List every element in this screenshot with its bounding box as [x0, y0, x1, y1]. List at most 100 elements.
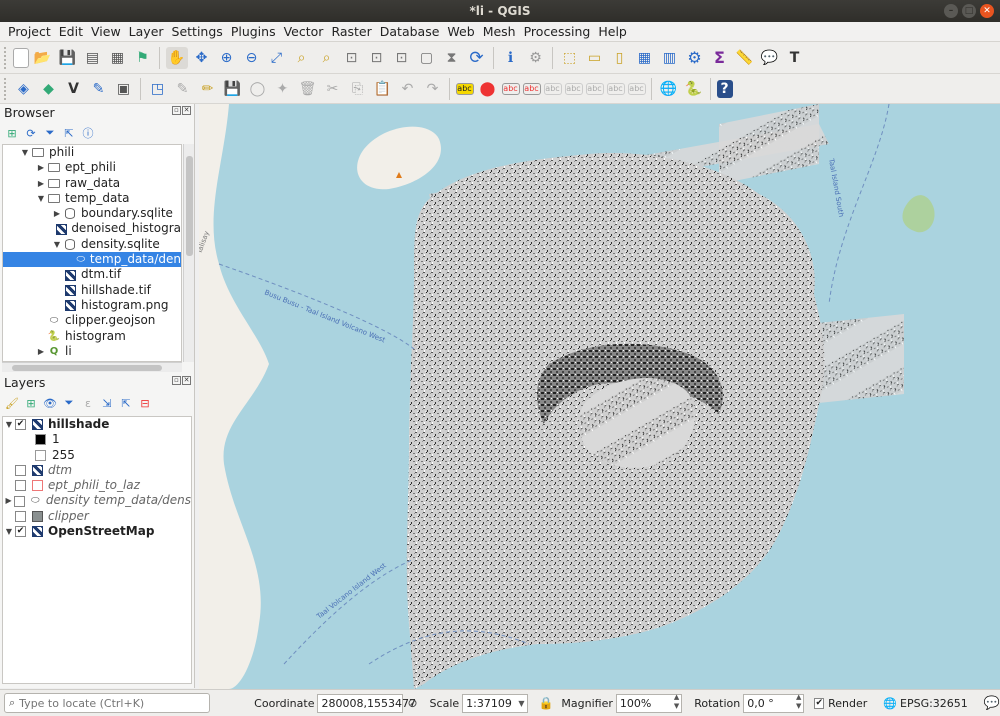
legend-item[interactable]: 255 — [3, 448, 191, 463]
paste-features-icon[interactable]: 📋 — [372, 78, 394, 100]
browser-item[interactable]: denoised_histogra — [3, 221, 181, 236]
layer-item[interactable]: clipper — [3, 509, 191, 524]
label-rotate-icon[interactable]: abc — [564, 82, 583, 95]
map-tips-icon[interactable]: 💬 — [759, 47, 781, 69]
add-delimited-text-icon[interactable]: V — [63, 78, 85, 100]
layer-item[interactable]: ept_phili_to_laz — [3, 478, 191, 493]
refresh-icon[interactable]: ⟳ — [466, 47, 488, 69]
chevron-right-icon[interactable]: ▶ — [51, 206, 63, 221]
cut-features-icon[interactable]: ✂ — [322, 78, 344, 100]
browser-item[interactable]: ⬭ clipper.geojson — [3, 313, 181, 328]
browser-tree[interactable]: ▼ phili ▶ ept_phili ▶ raw_data ▼ temp_data ▶ boun… — [2, 144, 182, 362]
label-change-icon[interactable]: abc — [585, 82, 604, 95]
float-icon[interactable]: ▫ — [172, 376, 181, 385]
menu-processing[interactable]: Processing — [520, 22, 595, 42]
spin-icon[interactable]: ▲ ▼ — [674, 693, 679, 711]
filter-icon[interactable]: ⏷ — [42, 125, 58, 141]
chevron-down-icon[interactable]: ▼ — [35, 191, 47, 206]
label-move-icon[interactable]: abc — [543, 82, 562, 95]
pencil-icon[interactable]: ✏ — [197, 78, 219, 100]
expand-all-icon[interactable]: ⇲ — [99, 395, 115, 411]
python-console-icon[interactable]: 🐍 — [683, 78, 705, 100]
remove-layer-icon[interactable]: ⊟ — [137, 395, 153, 411]
digitize-icon[interactable]: ✎ — [88, 78, 110, 100]
new-print-layout-icon[interactable]: ▤ — [82, 47, 104, 69]
label-highlight-icon[interactable]: ⬤ — [477, 78, 499, 100]
spin-icon[interactable]: ▲ ▼ — [796, 693, 801, 711]
magnifier-field[interactable]: 100% ▲ ▼ — [615, 693, 683, 713]
rotation-field[interactable]: 0,0 ° ▲ ▼ — [743, 693, 805, 713]
collapse-all-icon[interactable]: ⇱ — [61, 125, 77, 141]
manage-visibility-icon[interactable]: 👁 — [42, 395, 58, 411]
select-value-icon[interactable]: ▭ — [584, 47, 606, 69]
open-project-icon[interactable]: 📂 — [32, 47, 54, 69]
layer-item[interactable]: ▶ ⬭ density temp_data/dens — [3, 493, 191, 508]
zoom-full-icon[interactable]: ⤢ — [266, 47, 288, 69]
chevron-down-icon[interactable]: ▼ — [19, 145, 31, 160]
chevron-down-icon[interactable]: ▼ — [51, 237, 63, 252]
layer-item[interactable]: dtm — [3, 463, 191, 478]
text-annotation-icon[interactable]: T — [784, 47, 806, 69]
layer-visibility-checkbox[interactable]: ✔ — [15, 526, 26, 538]
help-icon[interactable]: ? — [716, 79, 733, 98]
vertex-tool-icon[interactable]: ✦ — [272, 78, 294, 100]
crs-button[interactable]: EPSG:32651 — [900, 697, 968, 710]
new-map-view-icon[interactable]: ▢ — [416, 47, 438, 69]
measure-icon[interactable]: 📏 — [734, 47, 756, 69]
style-manager-icon[interactable]: ⚑ — [132, 47, 154, 69]
browser-vertical-scrollbar[interactable] — [183, 144, 194, 362]
label-show-hide-icon[interactable]: abc — [522, 82, 541, 95]
add-selected-layers-icon[interactable]: ⊞ — [4, 125, 20, 141]
statistics-icon[interactable]: Σ — [709, 47, 731, 69]
delete-selected-icon[interactable]: 🗑 — [297, 78, 319, 100]
select-features-icon[interactable]: ⬚ — [559, 47, 581, 69]
legend-item[interactable]: 1 — [3, 432, 191, 447]
chevron-right-icon[interactable]: ▶ — [3, 493, 14, 508]
add-group-icon[interactable]: ⊞ — [23, 395, 39, 411]
zoom-layer-icon[interactable]: ⌕ — [316, 47, 338, 69]
close-panel-icon[interactable]: ✕ — [182, 376, 191, 385]
chevron-down-icon[interactable]: ▼ — [518, 695, 524, 712]
info-icon[interactable]: ⓘ — [80, 125, 96, 141]
menu-plugins[interactable]: Plugins — [227, 22, 280, 42]
field-calculator-icon[interactable]: ▥ — [659, 47, 681, 69]
refresh-icon[interactable]: ⟳ — [23, 125, 39, 141]
browser-item[interactable]: ⬭ temp_data/den — [3, 252, 181, 268]
browser-item[interactable]: ▶ boundary.sqlite — [3, 206, 181, 221]
layer-item[interactable]: ▼ ✔ hillshade — [3, 417, 191, 432]
identify-icon[interactable]: ℹ — [500, 47, 522, 69]
filter-legend-icon[interactable]: ⏷ — [61, 395, 77, 411]
menu-database[interactable]: Database — [376, 22, 444, 42]
menu-vector[interactable]: Vector — [280, 22, 328, 42]
zoom-selection-icon[interactable]: ⌕ — [291, 47, 313, 69]
browser-item[interactable]: hillshade.tif — [3, 283, 181, 298]
menu-edit[interactable]: Edit — [55, 22, 87, 42]
render-checkbox[interactable]: ✔ — [814, 697, 825, 709]
attribute-table-icon[interactable]: ▦ — [634, 47, 656, 69]
temporal-controller-icon[interactable]: ⧗ — [441, 47, 463, 69]
crs-icon[interactable]: 🌐 — [883, 697, 897, 710]
locator-input[interactable] — [19, 696, 210, 710]
locator-bar[interactable]: ⌕ — [4, 693, 211, 713]
new-project-icon[interactable] — [12, 47, 29, 68]
save-edits-icon[interactable]: 💾 — [222, 78, 244, 100]
browser-item[interactable]: 🐍 histogram — [3, 329, 181, 344]
layer-item[interactable]: ▼ ✔ OpenStreetMap — [3, 524, 191, 539]
menu-mesh[interactable]: Mesh — [479, 22, 520, 42]
current-edits-icon[interactable]: ◳ — [147, 78, 169, 100]
add-feature-icon[interactable]: ◯ — [247, 78, 269, 100]
browser-item[interactable]: ▼ density.sqlite — [3, 237, 181, 252]
chevron-down-icon[interactable]: ▼ — [3, 417, 15, 432]
copy-features-icon[interactable]: ⎘ — [347, 78, 369, 100]
float-icon[interactable]: ▫ — [172, 106, 181, 115]
map-canvas[interactable]: Busu Busu - Taal Island Volcano West Taa… — [199, 104, 1000, 689]
menu-view[interactable]: View — [87, 22, 125, 42]
menu-web[interactable]: Web — [443, 22, 478, 42]
layer-visibility-checkbox[interactable] — [15, 480, 26, 492]
close-icon[interactable]: ✕ — [980, 4, 994, 18]
layer-visibility-checkbox[interactable] — [15, 465, 26, 477]
toggle-editing-icon[interactable]: ✎ — [172, 78, 194, 100]
browser-item[interactable]: ▼ temp_data — [3, 191, 181, 206]
gps-icon[interactable]: ▣ — [113, 78, 135, 100]
label-tool-icon[interactable]: abc — [455, 82, 474, 95]
